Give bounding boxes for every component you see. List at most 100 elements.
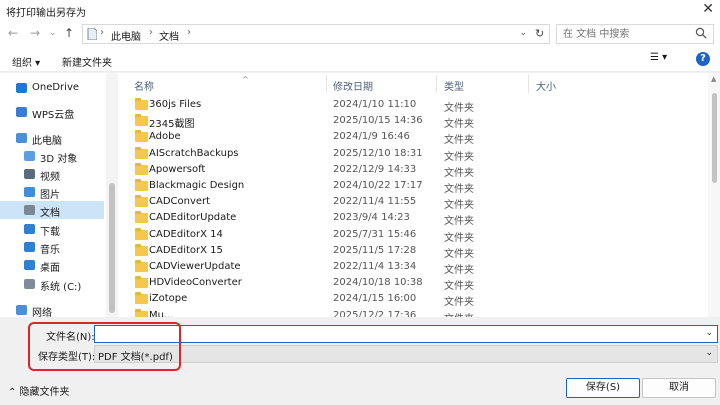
file-type: 文件夹 (444, 281, 474, 293)
file-row[interactable]: CADEditorX 15 2025/11/5 17:28 文件夹 (118, 243, 706, 260)
file-name: Blackmagic Design (149, 180, 245, 191)
file-list: 名称 ^ 修改日期 类型 大小 360js Files 2024/1/10 11:… (118, 73, 720, 317)
video-icon (24, 169, 35, 179)
filename-combobox[interactable]: ⌄ (94, 325, 718, 343)
file-name: Adobe (149, 131, 181, 143)
file-name: Mu... (149, 309, 174, 317)
file-row[interactable]: CADEditorUpdate 2023/9/4 14:23 文件夹 (118, 210, 706, 227)
file-row[interactable]: iZotope 2024/1/15 16:00 文件夹 (118, 291, 706, 308)
file-modified-date: 2025/7/31 15:46 (333, 228, 417, 240)
navigation-pane: OneDrive WPS云盘此电脑 3D 对象 视频 图片文档 下载音乐桌面 系统 (C:)… (0, 73, 118, 317)
scroll-up-icon[interactable]: ▲ (711, 75, 716, 83)
file-row[interactable]: Apowersoft 2022/12/9 14:33 文件夹 (118, 162, 706, 179)
file-list-scroll-thumb[interactable] (712, 93, 717, 183)
file-modified-date: 2022/12/9 14:33 (333, 163, 417, 175)
sidebar-item-label: WPS云盘 (32, 110, 75, 121)
address-box[interactable]: › 此电脑 › 文档 › ⌄ (82, 24, 550, 44)
file-row[interactable]: 2345截图 2025/10/15 14:36 文件夹 (118, 113, 706, 131)
music-icon (24, 242, 35, 252)
sidebar-item-label: 此电脑 (32, 136, 62, 147)
back-arrow-icon[interactable]: ← (8, 26, 18, 40)
file-row[interactable]: Blackmagic Design 2024/10/22 17:17 文件夹 (118, 178, 706, 195)
desktop-icon (24, 260, 35, 270)
folder-icon (135, 292, 148, 305)
navigation-pane-scrollbar[interactable] (106, 73, 118, 317)
3d-objects-icon (24, 151, 35, 161)
filetype-select[interactable]: PDF 文档(*.pdf) ⌄ (94, 345, 718, 363)
search-icon (695, 27, 707, 39)
sidebar-item[interactable]: 3D 对象 (0, 147, 104, 165)
sidebar-item[interactable]: 系统 (C:) (0, 275, 104, 293)
hide-folders-toggle[interactable]: ⌃ 隐藏文件夹 (8, 383, 70, 398)
file-row[interactable]: Mu... 2025/12/2 17:36 文件夹 (118, 308, 706, 317)
command-toolbar: 组织 ▾ 新建文件夹 ☰ ▾ ? (0, 48, 720, 72)
breadcrumb-separator: › (187, 27, 191, 38)
close-icon[interactable]: ✕ (702, 1, 714, 17)
breadcrumb-documents[interactable]: 文档 (159, 28, 179, 43)
file-type: 文件夹 (444, 232, 474, 244)
sidebar-item-label: 文档 (40, 208, 60, 219)
file-type: 文件夹 (444, 265, 474, 276)
file-row[interactable]: CADViewerUpdate 2022/11/4 13:34 文件夹 (118, 259, 706, 276)
file-modified-date: 2025/11/5 17:28 (333, 244, 417, 256)
column-divider[interactable] (436, 75, 437, 93)
dialog-footer: ⌃ 隐藏文件夹 保存(S) 取消 (0, 375, 720, 405)
breadcrumb-this-pc[interactable]: 此电脑 (111, 28, 141, 43)
sidebar-item[interactable]: 图片 (0, 183, 104, 201)
folder-icon (135, 162, 148, 175)
change-view-button[interactable]: ☰ ▾ (650, 52, 667, 63)
sidebar-item[interactable]: WPS云盘 (0, 103, 104, 121)
file-row[interactable]: CADEditorX 14 2025/7/31 15:46 文件夹 (118, 227, 706, 244)
navigation-pane-scroll-thumb[interactable] (109, 183, 115, 313)
sidebar-item[interactable]: 下载 (0, 220, 104, 238)
search-input[interactable] (563, 27, 693, 41)
sidebar-item[interactable]: 桌面 (0, 256, 104, 274)
download-icon (24, 224, 35, 234)
file-row[interactable]: HDVideoConverter 2024/10/18 10:38 文件夹 (118, 275, 706, 293)
recent-locations-chevron-icon[interactable]: ⌄ (49, 26, 57, 40)
filename-input[interactable] (97, 327, 697, 341)
file-modified-date: 2024/1/9 16:46 (333, 131, 410, 143)
column-header-name-label: 名称 (134, 82, 154, 93)
help-icon[interactable]: ? (696, 52, 710, 66)
sidebar-item[interactable]: 此电脑 (0, 129, 104, 147)
sidebar-item[interactable]: 音乐 (0, 238, 104, 256)
file-modified-date: 2024/1/10 11:10 (333, 99, 417, 110)
sidebar-item[interactable]: 视频 (0, 165, 104, 183)
organize-menu-button[interactable]: 组织 ▾ (12, 54, 40, 69)
column-header-size[interactable]: 大小 (536, 78, 556, 93)
forward-arrow-icon[interactable]: → (30, 26, 40, 40)
sidebar-item[interactable]: 网络 (0, 301, 104, 317)
new-folder-button[interactable]: 新建文件夹 (62, 54, 112, 69)
filetype-dropdown-chevron-icon[interactable]: ⌄ (705, 348, 713, 358)
save-button[interactable]: 保存(S) (566, 378, 640, 398)
file-row[interactable]: AIScratchBackups 2025/12/10 18:31 文件夹 (118, 146, 706, 163)
column-header-date[interactable]: 修改日期 (333, 78, 373, 93)
sidebar-item-label: 音乐 (40, 245, 60, 256)
file-row[interactable]: 360js Files 2024/1/10 11:10 文件夹 (118, 97, 706, 114)
column-divider[interactable] (528, 75, 529, 93)
file-row[interactable]: Adobe 2024/1/9 16:46 文件夹 (118, 129, 706, 147)
file-name: 2345截图 (149, 119, 195, 131)
column-header-name[interactable]: 名称 ^ (134, 75, 249, 93)
column-header-type[interactable]: 类型 (444, 78, 464, 93)
network-icon (16, 305, 27, 315)
filename-dropdown-chevron-icon[interactable]: ⌄ (705, 328, 713, 338)
address-history-chevron-icon[interactable]: ⌄ (519, 28, 527, 38)
cancel-button[interactable]: 取消 (642, 378, 716, 398)
file-type: 文件夹 (444, 103, 474, 114)
search-box[interactable] (556, 24, 714, 44)
sidebar-item-label: 桌面 (40, 263, 60, 274)
folder-icon (135, 130, 148, 143)
sidebar-item[interactable]: OneDrive (0, 79, 104, 97)
sidebar-item[interactable]: 文档 (0, 201, 104, 219)
up-arrow-icon[interactable]: ↑ (64, 26, 74, 40)
file-list-scrollbar[interactable]: ▲ (708, 73, 720, 317)
file-modified-date: 2024/10/18 10:38 (333, 277, 423, 289)
refresh-icon[interactable]: ↻ (535, 27, 544, 40)
file-type: 文件夹 (444, 135, 474, 147)
file-row[interactable]: CADConvert 2022/11/4 11:55 文件夹 (118, 194, 706, 211)
file-name: HDVideoConverter (149, 277, 242, 289)
column-divider[interactable] (326, 75, 327, 93)
breadcrumb-separator: › (100, 27, 104, 38)
